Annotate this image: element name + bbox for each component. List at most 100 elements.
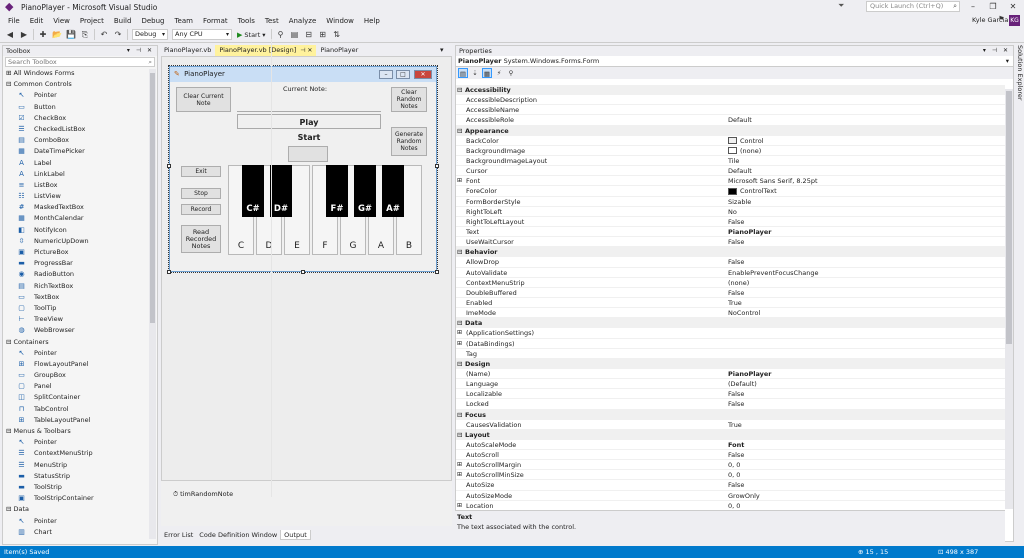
order-icon[interactable]: ⇅ [331, 29, 343, 41]
toolbox-item[interactable]: ⊢ TreeView [3, 314, 157, 325]
property-value-cell[interactable]: Default [728, 115, 752, 125]
generate-random-notes-button[interactable]: Generate Random Notes [391, 127, 427, 156]
collapse-icon[interactable]: ⊟ [457, 430, 462, 440]
toolbox-item[interactable]: ☰ CheckedListBox [3, 124, 157, 135]
toolbox-item[interactable]: ▣ PictureBox [3, 247, 157, 258]
close-button[interactable]: ✕ [1006, 0, 1020, 13]
toolbox-item[interactable]: ▦ MonthCalendar [3, 213, 157, 224]
menu-item[interactable]: Debug [136, 17, 169, 25]
tab-dropdown-icon[interactable]: ▾ [440, 46, 444, 54]
property-value-cell[interactable]: (none) [728, 278, 749, 288]
filter-icon[interactable]: ⏷ [838, 1, 844, 11]
open-file-icon[interactable]: 📂 [51, 29, 63, 41]
toolbox-item[interactable]: A Label [3, 158, 157, 169]
scrollbar-thumb[interactable] [1006, 91, 1012, 344]
property-value-cell[interactable]: True [728, 420, 742, 430]
toolbox-category[interactable]: ⊞ All Windows Forms [3, 68, 157, 79]
configuration-select[interactable]: Debug ▾ [132, 29, 168, 40]
layout-icon[interactable]: ⊞ [317, 29, 329, 41]
toolbox-item[interactable]: ↖ Pointer [3, 348, 157, 359]
timer-component[interactable]: ⏱ timRandomNote [173, 490, 233, 499]
collapse-icon[interactable]: ⊟ [457, 410, 462, 420]
menu-item[interactable]: Format [198, 17, 233, 25]
menu-item[interactable]: File [3, 17, 25, 25]
property-row[interactable]: BackColor Control [456, 136, 1005, 146]
menu-item[interactable]: Analyze [284, 17, 322, 25]
property-pages-icon[interactable]: ⚲ [506, 68, 516, 78]
save-all-icon[interactable]: ⎘ [79, 29, 91, 41]
menu-item[interactable]: Team [169, 17, 198, 25]
categorized-icon[interactable]: ▤ [458, 68, 468, 78]
property-row[interactable]: Enabled True [456, 298, 1005, 309]
toolbox-item[interactable]: ☰ MenuStrip [3, 460, 157, 471]
read-recorded-notes-button[interactable]: Read Recorded Notes [181, 225, 221, 253]
alphabetical-icon[interactable]: ⇣ [470, 68, 480, 78]
toolbox-category[interactable]: ⊟ Menus & Toolbars [3, 426, 157, 437]
toolbox-item[interactable]: ▭ Button [3, 102, 157, 113]
new-project-icon[interactable]: ✚ [37, 29, 49, 41]
collapse-icon[interactable]: ⊟ [457, 247, 462, 257]
property-row[interactable]: AutoValidate EnablePreventFocusChange [456, 268, 1005, 278]
expand-icon[interactable]: ⊞ [457, 470, 462, 480]
property-value-cell[interactable]: (none) [728, 146, 761, 156]
toolbox-scrollbar[interactable] [149, 69, 156, 539]
menu-item[interactable]: Edit [25, 17, 49, 25]
property-category[interactable]: ⊟ Data [456, 318, 1005, 329]
toolbox-search-input[interactable]: Search Toolbox ⌕ [5, 57, 155, 67]
property-value-cell[interactable]: EnablePreventFocusChange [728, 268, 818, 278]
collapse-icon[interactable]: ⊟ [457, 126, 462, 136]
toolbox-item[interactable]: ▭ GroupBox [3, 370, 157, 381]
form-designer-window[interactable]: ✎ PianoPlayer – □ ✕ Clear Current Note C… [168, 65, 438, 273]
collapse-icon[interactable]: ⊟ [457, 85, 462, 95]
property-row[interactable]: BackgroundImageLayout Tile [456, 156, 1005, 167]
property-value-cell[interactable]: False [728, 257, 744, 267]
property-value-cell[interactable]: True [728, 298, 742, 308]
property-value-cell[interactable]: 0, 0 [728, 470, 740, 480]
clear-current-note-button[interactable]: Clear Current Note [176, 87, 231, 112]
toolbox-item[interactable]: ▣ ToolStripContainer [3, 493, 157, 504]
property-row[interactable]: DoubleBuffered False [456, 288, 1005, 298]
toolbox-item[interactable]: ▤ RichTextBox [3, 281, 157, 292]
property-category[interactable]: ⊟ Appearance [456, 125, 1005, 136]
property-value-cell[interactable]: False [728, 389, 744, 399]
property-value-cell[interactable]: False [728, 237, 744, 247]
toolbox-item[interactable]: ☰ ContextMenuStrip [3, 448, 157, 459]
property-row[interactable]: AutoScroll False [456, 450, 1005, 461]
save-icon[interactable]: 💾 [65, 29, 77, 41]
bottom-tab[interactable]: Output [280, 530, 311, 540]
toolbox-item[interactable]: ◍ WebBrowser [3, 325, 157, 336]
toolbox-item[interactable]: # MaskedTextBox [3, 202, 157, 213]
toolbox-item[interactable]: ▬ StatusStrip [3, 471, 157, 482]
document-tab[interactable]: PianoPlayer.vb [160, 45, 215, 56]
document-tab[interactable]: PianoPlayer [316, 45, 362, 56]
property-category[interactable]: ⊟ Focus [456, 409, 1005, 420]
toolbox-item[interactable]: ▬ ProgressBar [3, 258, 157, 269]
menu-item[interactable]: Project [75, 17, 109, 25]
close-tab-icon[interactable]: ⊣ ✕ [300, 47, 312, 54]
menu-item[interactable]: Test [260, 17, 284, 25]
property-row[interactable]: BackgroundImage (none) [456, 146, 1005, 156]
property-value-cell[interactable]: No [728, 207, 737, 217]
resize-handle[interactable] [167, 164, 171, 168]
resize-handle[interactable] [301, 270, 305, 274]
toolbox-item[interactable]: ▢ ToolTip [3, 303, 157, 314]
align-icon[interactable]: ⊟ [303, 29, 315, 41]
toolbox-item[interactable]: ↖ Pointer [3, 516, 157, 527]
resize-handle[interactable] [435, 164, 439, 168]
properties-scrollbar[interactable] [1005, 89, 1013, 509]
events-icon[interactable]: ⚡ [494, 68, 504, 78]
object-selector[interactable]: PianoPlayer System.Windows.Forms.Form ▾ [456, 56, 1013, 67]
toolbox-category[interactable]: ⊟ Common Controls [3, 79, 157, 90]
black-key[interactable]: F# [326, 165, 348, 217]
property-category[interactable]: ⊟ Layout [456, 429, 1005, 440]
expand-icon[interactable]: ⊞ [457, 176, 462, 186]
property-value-cell[interactable]: (Default) [728, 379, 757, 389]
solution-explorer-tab[interactable]: Solution Explorer [1016, 45, 1024, 145]
property-row[interactable]: ForeColor ControlText [456, 186, 1005, 197]
property-row[interactable]: ImeMode NoControl [456, 308, 1005, 319]
bottom-tab[interactable]: Code Definition Window [196, 530, 281, 540]
toolbox-item[interactable]: ⊞ TableLayoutPanel [3, 415, 157, 426]
record-button[interactable]: Record [181, 204, 221, 215]
property-row[interactable]: AccessibleName [456, 105, 1005, 116]
menu-item[interactable]: Build [109, 17, 137, 25]
